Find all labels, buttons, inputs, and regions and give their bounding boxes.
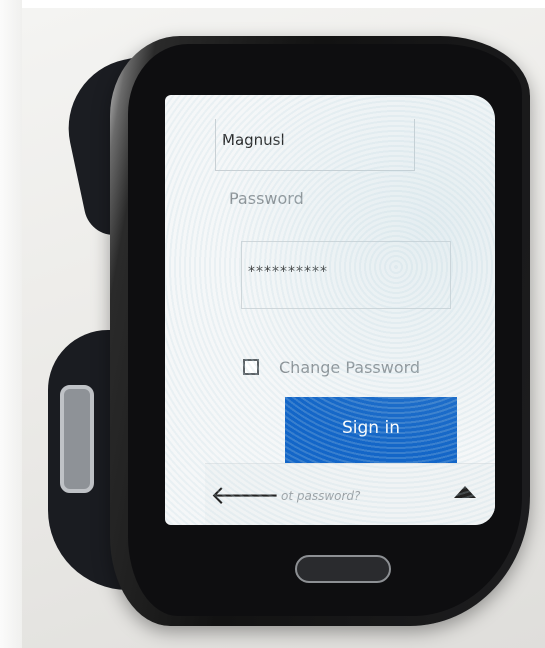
- username-value: Magnusl: [222, 131, 285, 149]
- sign-in-label: Sign in: [342, 418, 400, 438]
- change-password-row[interactable]: Change Password: [243, 353, 420, 381]
- password-value: **********: [248, 264, 328, 280]
- watch-screen: Magnusl Password ********** Change Passw…: [165, 95, 495, 525]
- bottom-navigation-bar: 🡐 ot password?: [205, 463, 495, 525]
- back-button[interactable]: 🡐: [210, 480, 280, 511]
- username-field[interactable]: Magnusl: [215, 119, 415, 171]
- password-field[interactable]: **********: [241, 241, 451, 309]
- triangle-up-icon: [454, 486, 476, 498]
- forgot-password-link[interactable]: ot password?: [281, 489, 360, 503]
- sign-in-button[interactable]: Sign in: [285, 397, 457, 463]
- photo-margin: [0, 0, 22, 648]
- home-key[interactable]: [295, 555, 391, 583]
- change-password-label: Change Password: [279, 357, 421, 377]
- arrow-left-icon: 🡐: [210, 480, 280, 511]
- password-label: Password: [229, 189, 304, 208]
- change-password-checkbox[interactable]: [243, 359, 259, 375]
- scroll-up-button[interactable]: [445, 472, 485, 512]
- watch-clasp: [60, 385, 94, 493]
